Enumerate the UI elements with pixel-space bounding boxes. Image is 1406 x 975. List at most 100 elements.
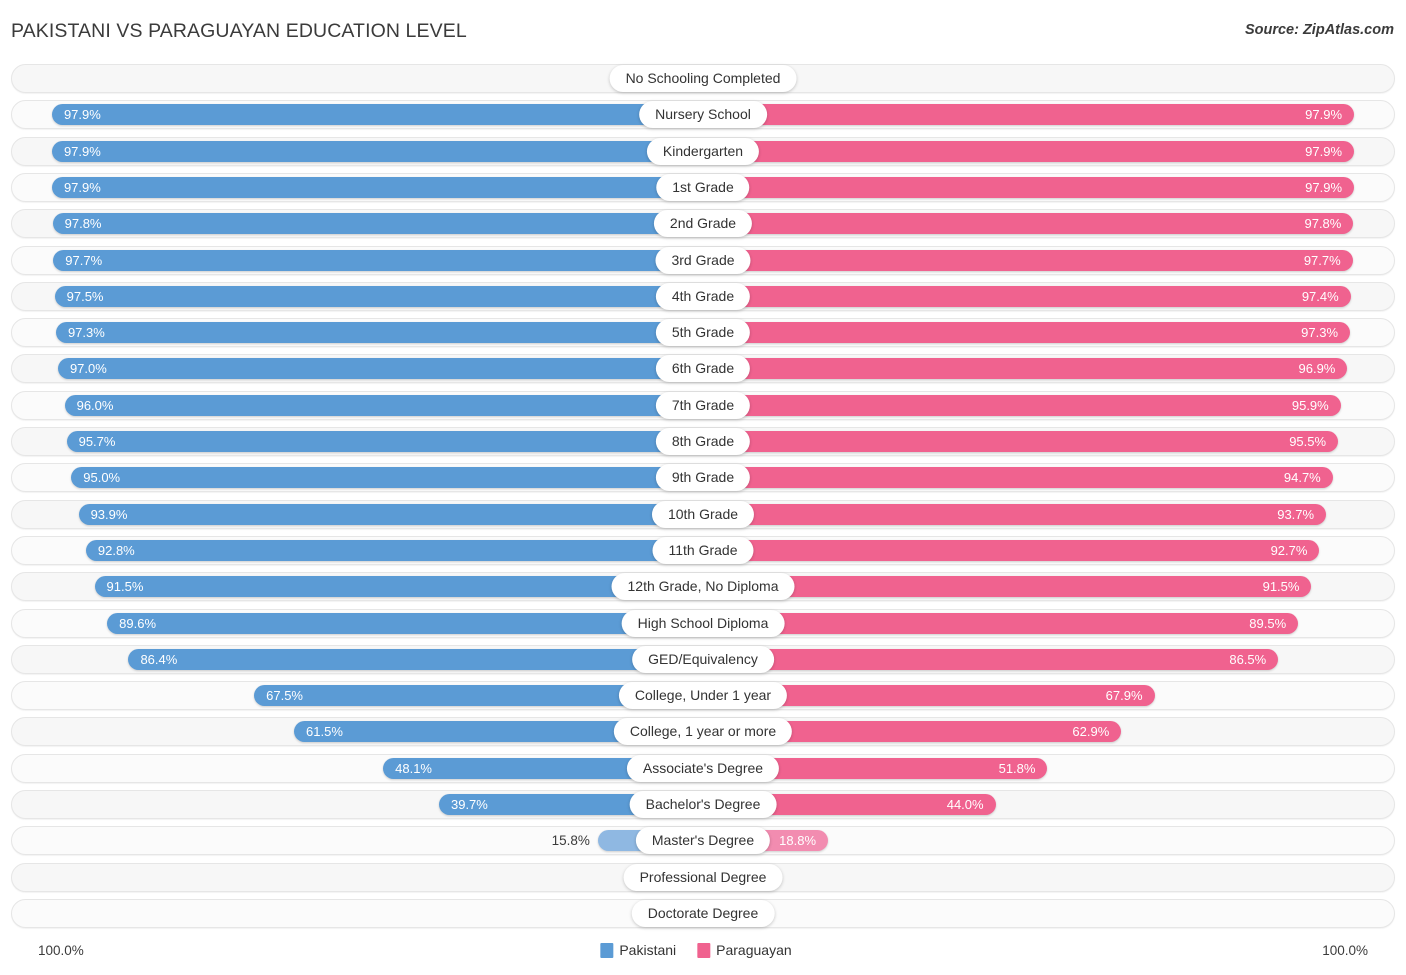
value-label-pakistani: 97.8% xyxy=(64,216,102,232)
value-label-paraguayan: 89.5% xyxy=(1249,615,1287,631)
bar-paraguayan xyxy=(703,467,1333,489)
table-row: 95.7% 95.5% 8th Grade xyxy=(11,427,1395,456)
table-row: 97.9% 97.9% Kindergarten xyxy=(11,136,1395,166)
table-row: 67.5% 67.9% College, Under 1 year xyxy=(11,681,1395,711)
table-row: 97.5% 97.4% 4th Grade xyxy=(11,281,1395,311)
category-label: 2nd Grade xyxy=(653,210,753,238)
bar-paraguayan xyxy=(703,322,1351,344)
value-label-paraguayan: 97.3% xyxy=(1301,325,1339,341)
value-label-paraguayan: 92.7% xyxy=(1270,542,1308,558)
category-label: Master's Degree xyxy=(635,827,771,855)
value-label-pakistani: 61.5% xyxy=(306,724,343,740)
category-label: Associate's Degree xyxy=(626,754,780,782)
category-label: 11th Grade xyxy=(652,536,754,564)
table-row: 96.0% 95.9% 7th Grade xyxy=(11,390,1395,420)
bar-paraguayan xyxy=(703,394,1341,416)
table-row: 4.8%5.9%Professional Degree xyxy=(11,862,1395,892)
bar-pakistani xyxy=(64,394,703,416)
value-label-pakistani: 97.0% xyxy=(69,361,107,377)
table-row: 97.3% 97.3% 5th Grade xyxy=(11,318,1395,348)
page-title: PAKISTANI VS PARAGUAYAN EDUCATION LEVEL xyxy=(11,20,467,42)
table-row: 97.8% 97.8% 2nd Grade xyxy=(11,209,1395,239)
value-label-pakistani: 15.8% xyxy=(551,833,590,849)
value-label-pakistani: 48.1% xyxy=(395,760,432,776)
value-label-paraguayan: 51.8% xyxy=(998,760,1036,776)
value-label-pakistani: 97.9% xyxy=(63,143,101,159)
value-label-pakistani: 97.9% xyxy=(63,107,101,123)
diverging-bar-chart: 2.1%2.2%No Schooling Completed97.9%97.9%… xyxy=(0,62,1406,937)
axis-label-right: 100.0% xyxy=(1322,943,1368,958)
value-label-paraguayan: 97.9% xyxy=(1305,107,1343,123)
category-label: 5th Grade xyxy=(655,319,751,347)
category-label: 10th Grade xyxy=(651,500,755,528)
category-label: College, 1 year or more xyxy=(613,718,793,746)
bar-pakistani xyxy=(71,467,703,489)
legend-swatch-pakistani xyxy=(600,942,614,958)
value-label-paraguayan: 96.9% xyxy=(1298,361,1336,377)
value-label-pakistani: 97.7% xyxy=(65,252,103,268)
category-label: No Schooling Completed xyxy=(609,65,797,92)
category-label: College, Under 1 year xyxy=(618,682,788,710)
bar-paraguayan xyxy=(703,285,1351,307)
value-label-pakistani: 97.3% xyxy=(67,325,105,341)
bar-pakistani xyxy=(51,140,703,162)
value-label-paraguayan: 67.9% xyxy=(1105,688,1143,704)
legend-swatch-paraguayan xyxy=(697,942,711,958)
category-label: Kindergarten xyxy=(646,137,760,165)
value-label-paraguayan: 93.7% xyxy=(1277,506,1315,522)
value-label-pakistani: 97.5% xyxy=(66,288,104,304)
bar-paraguayan xyxy=(703,104,1355,126)
value-label-pakistani: 91.5% xyxy=(106,579,144,595)
axis-label-left: 100.0% xyxy=(38,943,84,958)
table-row: 86.4% 86.5% GED/Equivalency xyxy=(11,644,1395,674)
bar-paraguayan xyxy=(703,503,1327,525)
bar-paraguayan xyxy=(703,213,1354,235)
value-label-paraguayan: 97.7% xyxy=(1303,252,1341,268)
chart-footer: 100.0% Pakistani Paraguayan 100.0% xyxy=(0,937,1406,975)
value-label-pakistani: 97.9% xyxy=(63,179,101,195)
value-label-paraguayan: 44.0% xyxy=(946,797,984,812)
table-row: 91.5% 91.5% 12th Grade, No Diploma xyxy=(11,572,1395,602)
bar-pakistani xyxy=(85,539,703,561)
bar-paraguayan xyxy=(703,176,1355,198)
table-row: 92.8% 92.7% 11th Grade xyxy=(11,535,1395,565)
category-label: 4th Grade xyxy=(655,282,751,310)
category-label: 3rd Grade xyxy=(655,246,751,274)
table-row: 2.1%2.2%No Schooling Completed xyxy=(11,64,1395,93)
category-label: Professional Degree xyxy=(623,863,783,891)
value-label-paraguayan: 97.8% xyxy=(1304,216,1342,232)
table-row: 15.8% 18.8% Master's Degree xyxy=(11,826,1395,856)
value-label-paraguayan: 97.9% xyxy=(1305,143,1343,159)
value-label-pakistani: 92.8% xyxy=(97,542,135,558)
category-label: Doctorate Degree xyxy=(631,899,775,927)
source-attribution: Source: ZipAtlas.com xyxy=(1244,22,1394,38)
category-label: 6th Grade xyxy=(655,355,751,383)
chart-legend: Pakistani Paraguayan xyxy=(600,942,805,958)
value-label-pakistani: 95.0% xyxy=(83,470,121,486)
legend-item-pakistani: Pakistani xyxy=(600,942,676,958)
bar-pakistani xyxy=(51,104,703,126)
category-label: 12th Grade, No Diploma xyxy=(611,573,795,601)
table-row: 97.9% 97.9% 1st Grade xyxy=(11,172,1395,202)
legend-item-paraguayan: Paraguayan xyxy=(697,942,792,958)
chart-header: PAKISTANI VS PARAGUAYAN EDUCATION LEVEL … xyxy=(0,0,1406,62)
category-label: High School Diploma xyxy=(621,609,785,637)
category-label: Nursery School xyxy=(639,101,767,129)
value-label-paraguayan: 62.9% xyxy=(1072,724,1110,740)
bar-pakistani xyxy=(54,285,703,307)
bar-paraguayan xyxy=(703,140,1355,162)
value-label-paraguayan: 91.5% xyxy=(1262,579,1300,595)
legend-label-pakistani: Pakistani xyxy=(619,942,677,958)
category-label: GED/Equivalency xyxy=(632,645,774,673)
value-label-pakistani: 86.4% xyxy=(140,651,178,667)
value-label-paraguayan: 95.5% xyxy=(1289,434,1327,449)
bar-pakistani xyxy=(52,213,703,235)
value-label-pakistani: 39.7% xyxy=(450,797,488,812)
table-row: 93.9% 93.7% 10th Grade xyxy=(11,499,1395,529)
table-row: 2.0%2.3%Doctorate Degree xyxy=(11,898,1395,928)
table-row: 97.7% 97.7% 3rd Grade xyxy=(11,245,1395,275)
legend-label-paraguayan: Paraguayan xyxy=(716,942,792,958)
table-row: 97.0% 96.9% 6th Grade xyxy=(11,354,1395,384)
category-label: 9th Grade xyxy=(655,464,751,492)
value-label-pakistani: 93.9% xyxy=(90,506,128,522)
